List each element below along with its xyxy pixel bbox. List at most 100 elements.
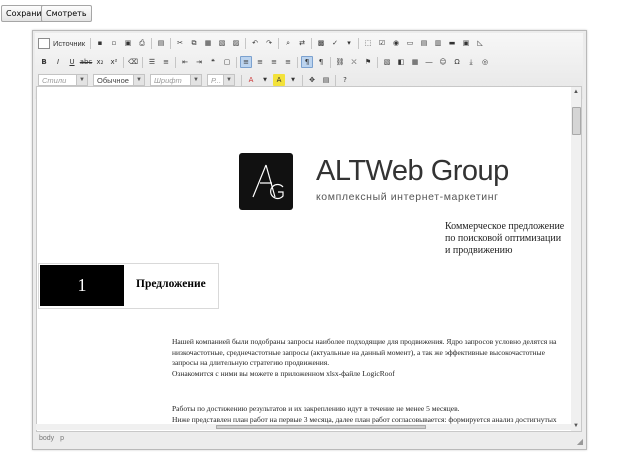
find-icon[interactable]: ⌕ (282, 37, 294, 49)
preview-icon[interactable]: ▣ (122, 37, 134, 49)
button-field-icon[interactable]: ▬ (446, 37, 458, 49)
textfield-icon[interactable]: ▭ (404, 37, 416, 49)
paragraph-line: Нашей компанией были подобраны запросы н… (172, 337, 557, 346)
chevron-down-icon[interactable]: ▼ (259, 74, 271, 86)
vertical-scrollbar[interactable]: ▲ ▼ (571, 86, 582, 432)
spellcheck-icon[interactable]: ✓ (329, 37, 341, 49)
resize-handle-icon[interactable]: ◢ (577, 437, 583, 446)
align-right-icon[interactable]: ≡ (268, 56, 280, 68)
separator (302, 74, 303, 86)
flash-icon[interactable]: ◧ (395, 56, 407, 68)
spellcheck-dropdown-icon[interactable]: ▾ (343, 37, 355, 49)
view-button[interactable]: Смотреть (41, 5, 92, 22)
font-size-combo-label: Р... (211, 75, 222, 85)
numbered-list-icon[interactable]: ☰ (146, 56, 158, 68)
source-button[interactable]: Источник (38, 37, 85, 49)
remove-format-icon[interactable]: ⌫ (127, 56, 139, 68)
subscript-icon[interactable]: x₂ (94, 56, 106, 68)
select-all-icon[interactable]: ▩ (315, 37, 327, 49)
brand-name: ALTWeb Group (316, 155, 509, 187)
scroll-up-icon[interactable]: ▲ (571, 87, 581, 97)
background-color-icon[interactable]: A (273, 74, 285, 86)
about-icon[interactable]: ? (339, 74, 351, 86)
horizontal-scrollbar[interactable] (36, 424, 571, 430)
path-item-p[interactable]: p (60, 435, 64, 442)
paragraph-intro: Нашей компанией были подобраны запросы н… (172, 337, 556, 379)
link-icon[interactable]: ⛓ (334, 56, 346, 68)
new-page-icon[interactable]: ▫ (108, 37, 120, 49)
paragraph-line: Ознакомится с ними вы можете в приложенн… (172, 368, 395, 378)
image-icon[interactable]: ▧ (381, 56, 393, 68)
textarea-icon[interactable]: ▤ (418, 37, 430, 49)
form-icon[interactable]: ⬚ (362, 37, 374, 49)
iframe-icon[interactable]: ◎ (479, 56, 491, 68)
align-justify-icon[interactable]: ≡ (282, 56, 294, 68)
text-color-icon[interactable]: A (245, 74, 257, 86)
anchor-icon[interactable]: ⚑ (362, 56, 374, 68)
replace-icon[interactable]: ⇄ (296, 37, 308, 49)
save-icon[interactable]: ▪ (94, 37, 106, 49)
checkbox-icon[interactable]: ☑ (376, 37, 388, 49)
scroll-down-icon[interactable]: ▼ (571, 421, 581, 431)
blockquote-icon[interactable]: ❝ (207, 56, 219, 68)
undo-icon[interactable]: ↶ (249, 37, 261, 49)
editor-content-area[interactable]: ALTWeb Group комплексный интернет-маркет… (36, 86, 573, 432)
bold-icon[interactable]: B (38, 56, 50, 68)
element-path-bar: body p (39, 435, 68, 442)
offer-line: и продвижению (445, 245, 513, 256)
section-header: 1 Предложение (38, 263, 219, 309)
outdent-icon[interactable]: ⇤ (179, 56, 191, 68)
align-center-icon[interactable]: ≡ (254, 56, 266, 68)
text-direction-ltr-icon[interactable]: ¶ (301, 56, 313, 68)
styles-combo[interactable]: Стили ▼ (38, 74, 88, 86)
vertical-scrollbar-thumb[interactable] (572, 107, 581, 135)
image-button-icon[interactable]: ▣ (460, 37, 472, 49)
radio-icon[interactable]: ◉ (390, 37, 402, 49)
bulleted-list-icon[interactable]: ≡ (160, 56, 172, 68)
paragraph-line: низкочастотные, среднечастотные запросы … (172, 347, 545, 357)
separator (377, 56, 378, 68)
align-left-icon[interactable]: ≡ (240, 56, 252, 68)
paste-icon[interactable]: ▦ (202, 37, 214, 49)
separator (175, 56, 176, 68)
path-item-body[interactable]: body (39, 435, 54, 442)
div-container-icon[interactable]: ▢ (221, 56, 233, 68)
horizontal-rule-icon[interactable]: ― (423, 56, 435, 68)
format-combo[interactable]: Обычное ▼ (93, 74, 145, 86)
font-combo[interactable]: Шрифт ▼ (150, 74, 202, 86)
chevron-down-icon: ▼ (133, 75, 144, 85)
select-field-icon[interactable]: ▥ (432, 37, 444, 49)
strikethrough-icon[interactable]: abc (80, 56, 93, 68)
brand-tagline: комплексный интернет-маркетинг (316, 191, 499, 203)
indent-icon[interactable]: ⇥ (193, 56, 205, 68)
chevron-down-icon[interactable]: ▼ (287, 74, 299, 86)
underline-icon[interactable]: U (66, 56, 78, 68)
hidden-field-icon[interactable]: ◺ (474, 37, 486, 49)
company-logo (239, 153, 293, 210)
templates-icon[interactable]: ▤ (155, 37, 167, 49)
offer-line: Коммерческое предложение (445, 221, 565, 232)
separator (90, 37, 92, 49)
special-char-icon[interactable]: Ω (451, 56, 463, 68)
superscript-icon[interactable]: x² (108, 56, 120, 68)
redo-icon[interactable]: ↷ (263, 37, 275, 49)
separator (358, 37, 360, 49)
chevron-down-icon: ▼ (223, 75, 234, 85)
copy-icon[interactable]: ⧉ (188, 37, 200, 49)
italic-icon[interactable]: I (52, 56, 64, 68)
paste-word-icon[interactable]: ▨ (230, 37, 242, 49)
show-blocks-icon[interactable]: ▤ (320, 74, 332, 86)
table-icon[interactable]: ▦ (409, 56, 421, 68)
smiley-icon[interactable]: ☺ (437, 56, 449, 68)
page-break-icon[interactable]: ⤓ (465, 56, 477, 68)
horizontal-scrollbar-thumb[interactable] (216, 425, 426, 429)
font-size-combo[interactable]: Р... ▼ (207, 74, 235, 86)
cut-icon[interactable]: ✂ (174, 37, 186, 49)
separator (142, 56, 143, 68)
section-number: 1 (40, 265, 124, 306)
paste-text-icon[interactable]: ▧ (216, 37, 228, 49)
maximize-icon[interactable]: ✥ (306, 74, 318, 86)
print-icon[interactable]: ⎙ (136, 37, 148, 49)
unlink-icon[interactable]: ⛌ (348, 56, 360, 68)
text-direction-rtl-icon[interactable]: ¶ (315, 56, 327, 68)
